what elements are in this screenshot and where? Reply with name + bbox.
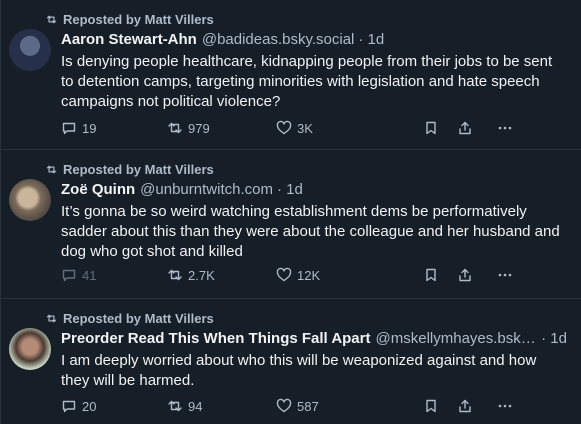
post-header: Preorder Read This When Things Fall Apar… [61,330,567,350]
share-icon [459,399,471,413]
share-icon [459,121,471,135]
post-text: I am deeply worried about who this will … [61,352,537,389]
post-time[interactable]: · 1d [277,181,303,198]
like-button[interactable]: 587 [276,398,423,414]
avatar[interactable] [9,328,51,370]
repost-label[interactable]: Reposted by Matt Villers [63,12,214,27]
author-name[interactable]: Preorder Read This When Things Fall Apar… [61,330,371,347]
post-actions: 20 94 587 [61,396,567,416]
bookmark-button[interactable] [423,398,457,414]
heart-icon [276,398,292,413]
bookmark-button[interactable] [423,120,457,136]
feed-post[interactable]: Reposted by Matt Villers Aaron Stewart-A… [1,0,581,150]
reply-icon [62,400,76,413]
feed: Reposted by Matt Villers Aaron Stewart-A… [0,0,581,424]
author-name[interactable]: Aaron Stewart-Ahn [61,31,197,48]
repost-icon [168,400,182,412]
reply-count: 20 [82,398,97,414]
heart-icon [276,267,292,282]
repost-icon [46,165,57,173]
like-count: 3K [297,120,313,136]
bookmark-icon [426,399,436,413]
reply-button[interactable]: 20 [61,398,167,414]
reply-icon [62,269,76,282]
share-button[interactable] [457,267,497,283]
feed-post[interactable]: Reposted by Matt Villers Zoë Quinn @unbu… [1,150,581,299]
repost-label[interactable]: Reposted by Matt Villers [63,311,214,326]
repost-button[interactable]: 979 [167,120,276,136]
more-icon [498,404,512,408]
repost-button[interactable]: 2.7K [167,267,276,283]
post-text: It’s gonna be so weird watching establis… [61,203,560,260]
more-button[interactable] [497,398,513,414]
like-button[interactable]: 12K [276,267,423,283]
repost-button[interactable]: 94 [167,398,276,414]
more-icon [498,126,512,130]
bookmark-icon [426,268,436,282]
like-count: 12K [297,267,321,283]
post-time[interactable]: · 1d [358,31,384,48]
like-count: 587 [297,398,319,414]
repost-label[interactable]: Reposted by Matt Villers [63,162,214,177]
author-handle[interactable]: @badideas.bsky.social [202,31,355,48]
author-name[interactable]: Zoë Quinn [61,181,135,198]
bookmark-button[interactable] [423,267,457,283]
reply-icon [62,122,76,135]
share-button[interactable] [457,398,497,414]
post-header: Aaron Stewart-Ahn @badideas.bsky.social … [61,31,567,51]
more-button[interactable] [497,267,513,283]
repost-indicator: Reposted by Matt Villers [45,310,567,326]
repost-icon [46,15,57,23]
repost-count: 979 [188,120,210,136]
reply-count: 41 [82,267,97,283]
post-header: Zoë Quinn @unburntwitch.com · 1d [61,181,567,201]
repost-icon [168,269,182,281]
share-button[interactable] [457,120,497,136]
reply-button[interactable]: 19 [61,120,167,136]
avatar[interactable] [9,179,51,221]
repost-count: 94 [188,398,203,414]
like-button[interactable]: 3K [276,120,423,136]
more-button[interactable] [497,120,513,136]
bookmark-icon [426,121,436,135]
repost-indicator: Reposted by Matt Villers [45,161,567,177]
heart-icon [276,120,292,135]
share-icon [459,268,471,282]
repost-count: 2.7K [188,267,215,283]
avatar[interactable] [9,29,51,71]
post-actions: 19 979 3K [61,118,567,138]
repost-icon [46,314,57,322]
reply-count: 19 [82,120,97,136]
author-handle[interactable]: @mskellymhayes.bsky... [376,330,538,347]
author-handle[interactable]: @unburntwitch.com [140,181,273,198]
reply-button[interactable]: 41 [61,267,167,283]
more-icon [498,273,512,277]
post-time[interactable]: · 1d [541,330,567,347]
post-actions: 41 2.7K 12K [61,265,567,285]
repost-indicator: Reposted by Matt Villers [45,11,567,27]
feed-post[interactable]: Reposted by Matt Villers Preorder Read T… [1,299,581,424]
repost-icon [168,122,182,134]
post-text: Is denying people healthcare, kidnapping… [61,53,553,110]
